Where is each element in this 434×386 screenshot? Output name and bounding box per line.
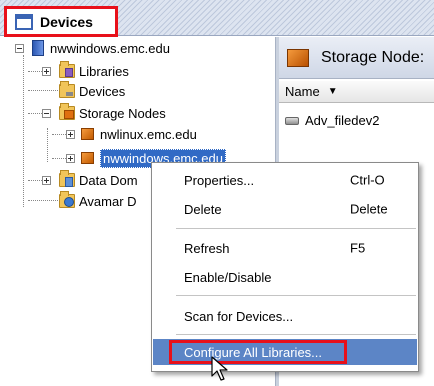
menu-item-label: Enable/Disable: [184, 269, 272, 285]
menu-item-properties[interactable]: Properties... Ctrl-O: [153, 167, 417, 193]
tree-node-root[interactable]: nwwindows.emc.edu: [15, 38, 170, 58]
tree-node-avamar[interactable]: Avamar D: [42, 191, 137, 211]
library-folder-icon: [59, 61, 75, 78]
tree-node-storage-nodes[interactable]: Storage Nodes: [42, 103, 166, 123]
tree-node-label: Storage Nodes: [79, 105, 166, 121]
storage-node-icon: [287, 48, 309, 67]
collapse-icon[interactable]: [15, 43, 24, 53]
menu-item-shortcut: Ctrl-O: [350, 172, 385, 188]
server-icon: [32, 40, 44, 56]
avamar-folder-icon: [59, 191, 75, 208]
data-domain-folder-icon: [59, 170, 75, 187]
expand-icon[interactable]: [66, 153, 75, 163]
storage-node-icon: [81, 128, 94, 140]
column-header-label: Name: [285, 84, 320, 99]
menu-separator: [176, 334, 416, 335]
mouse-pointer-icon: [211, 356, 228, 381]
tree-connector: [52, 158, 66, 159]
expand-icon[interactable]: [66, 129, 75, 139]
table-row[interactable]: Adv_filedev2: [285, 113, 379, 128]
menu-item-refresh[interactable]: Refresh F5: [153, 235, 417, 261]
menu-item-label: Delete: [184, 201, 222, 217]
storage-node-icon: [81, 152, 94, 164]
row-name: Adv_filedev2: [305, 113, 380, 128]
tree-node-label: nwwindows.emc.edu: [50, 40, 170, 56]
tree-node-data-domain[interactable]: Data Dom: [42, 170, 138, 190]
devices-title-tab[interactable]: Devices: [4, 6, 118, 37]
tree-connector: [28, 71, 42, 72]
detail-header: Storage Node:: [279, 37, 434, 79]
tree-connector: [23, 55, 24, 207]
highlight-box: [169, 340, 347, 364]
menu-item-scan-for-devices[interactable]: Scan for Devices...: [153, 303, 417, 329]
menu-item-label: Properties...: [184, 172, 255, 188]
column-header-name[interactable]: Name ▼: [279, 81, 434, 103]
menu-item-shortcut: F5: [350, 240, 366, 256]
menu-item-shortcut: Delete: [350, 201, 388, 217]
tree-node-label: Libraries: [79, 63, 129, 79]
tree-connector: [52, 134, 66, 135]
storage-nodes-folder-icon: [59, 103, 75, 120]
menu-separator: [176, 228, 416, 229]
menu-item-delete[interactable]: Delete Delete: [153, 196, 417, 222]
menu-separator: [176, 295, 416, 296]
title-bar: Devices: [0, 0, 434, 37]
menu-item-enable-disable[interactable]: Enable/Disable: [153, 264, 417, 290]
tree-node-label: Data Dom: [79, 172, 138, 188]
tree-node-libraries[interactable]: Libraries: [42, 61, 129, 81]
tree-node-nwlinux[interactable]: nwlinux.emc.edu: [66, 124, 197, 144]
tree-connector: [47, 128, 48, 162]
sort-down-icon: ▼: [327, 86, 338, 97]
menu-item-label: Refresh: [184, 240, 230, 256]
collapse-icon[interactable]: [42, 108, 51, 118]
detail-title: Storage Node:: [321, 48, 425, 66]
devices-folder-icon: [59, 81, 75, 98]
expand-icon[interactable]: [42, 66, 51, 76]
tree-node-devices[interactable]: Devices: [42, 81, 125, 101]
menu-item-label: Scan for Devices...: [184, 308, 294, 324]
tree-node-label: nwlinux.emc.edu: [100, 126, 197, 142]
context-menu: Properties... Ctrl-O Delete Delete Refre…: [151, 162, 419, 372]
tree-connector: [28, 113, 42, 114]
tree-node-label: Avamar D: [79, 193, 137, 209]
expand-icon[interactable]: [42, 175, 51, 185]
menu-item-configure-all-libraries[interactable]: Configure All Libraries...: [153, 339, 417, 365]
file-device-icon: [285, 116, 299, 125]
tree-node-label: Devices: [79, 83, 126, 99]
window-icon: [15, 13, 33, 30]
tree-connector: [28, 180, 42, 181]
window-title: Devices: [40, 13, 93, 30]
